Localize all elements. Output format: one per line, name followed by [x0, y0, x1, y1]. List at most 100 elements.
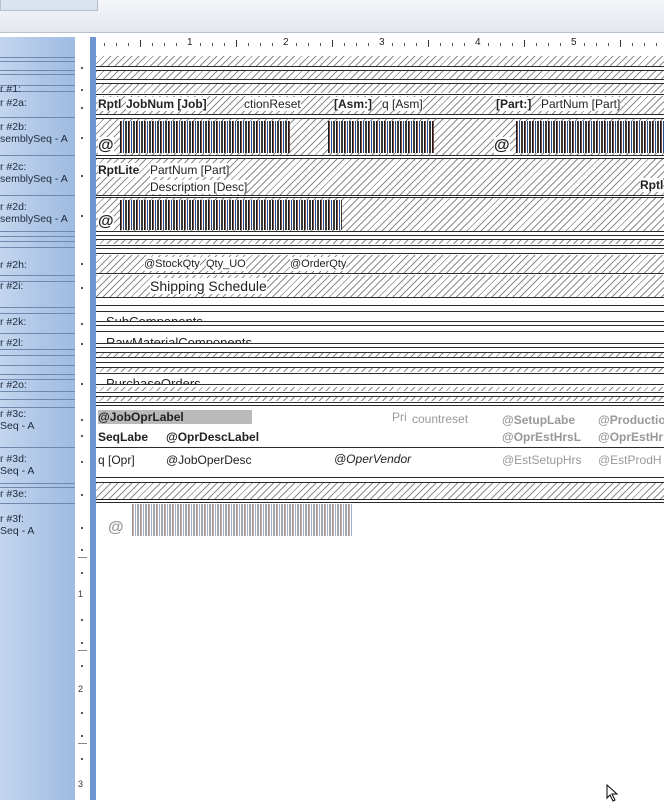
description-field[interactable]: Description [Desc]: [150, 180, 248, 194]
rpt-lite-field[interactable]: RptLite: [98, 163, 140, 177]
section-label-line: r #3c:: [0, 408, 27, 420]
seq-label-field[interactable]: SeqLabe: [98, 430, 149, 444]
ruler-number: 3: [379, 37, 385, 48]
band-page-header[interactable]: [96, 71, 664, 79]
band-header[interactable]: [96, 56, 664, 66]
band-2p[interactable]: [96, 387, 664, 391]
band-2e[interactable]: [96, 240, 664, 244]
section-label-line: r #2b:: [0, 121, 27, 133]
opr-est-hrs-label-field[interactable]: @OprEstHrsL: [502, 430, 582, 444]
band-separator: [96, 235, 664, 236]
section-label-line: r #3e:: [0, 488, 27, 500]
ruler-tick: [128, 43, 129, 46]
ruler-tick: [512, 43, 513, 46]
order-qty-field[interactable]: @OrderQty: [290, 257, 347, 271]
production-label-field[interactable]: @Productio: [598, 413, 664, 427]
band-separator: [96, 343, 664, 344]
section-label-2d[interactable]: r #2d: semblySeq - A: [0, 201, 74, 225]
section-divider: [0, 236, 75, 237]
part-num-field[interactable]: PartNum [Part]: [541, 97, 621, 111]
part-barcode[interactable]: [516, 121, 664, 153]
ruler-tick: [308, 43, 309, 46]
desc-barcode[interactable]: [120, 200, 342, 230]
section-divider: [0, 313, 75, 314]
rpt-label-field-right[interactable]: Rptl: [640, 178, 664, 192]
job-oper-desc-field[interactable]: @JobOperDesc: [166, 453, 252, 467]
count-reset-field[interactable]: countreset: [412, 412, 469, 426]
barcode-at-symbol[interactable]: @: [98, 137, 114, 155]
opr-seq-field[interactable]: q [Opr]: [98, 453, 135, 467]
asm-barcode[interactable]: [328, 121, 434, 153]
horizontal-ruler: 1 2 3 4 5: [96, 37, 664, 52]
section-divider: [0, 391, 75, 392]
rpt-label-field[interactable]: Rptl: [98, 97, 122, 111]
ruler-tick: [428, 40, 429, 47]
ruler-number: 1: [78, 589, 84, 599]
opr-est-hrs-label-field-2[interactable]: @OprEstHr: [598, 430, 664, 444]
job-opr-label-field[interactable]: @JobOprLabel: [98, 410, 252, 424]
section-label-2i[interactable]: r #2i:: [0, 280, 74, 292]
barcode-at-symbol-2d[interactable]: @: [98, 213, 114, 231]
shipping-schedule-title[interactable]: Shipping Schedule: [150, 278, 267, 294]
band-3a[interactable]: [96, 397, 664, 401]
band-separator: [96, 477, 664, 478]
stock-qty-field[interactable]: @StockQty: [144, 257, 200, 271]
ruler-dot: [81, 89, 83, 91]
ruler-tick: [368, 43, 369, 46]
band-separator: [96, 79, 664, 80]
ruler-tick: [344, 43, 345, 46]
section-label-2h[interactable]: r #2h:: [0, 259, 74, 271]
report-design-canvas[interactable]: Rptl JobNum [Job] ctionReset [Asm:] q [A…: [96, 51, 664, 800]
ruler-tick: [78, 743, 87, 744]
est-setup-hrs-field[interactable]: @EstSetupHrs: [502, 453, 582, 467]
section-label-2k[interactable]: r #2k:: [0, 316, 74, 328]
section-label-3f[interactable]: r #3f: Seq - A: [0, 513, 74, 537]
section-label-2a[interactable]: r #2a:: [0, 97, 74, 109]
section-divider: [0, 349, 75, 350]
barcode-at-symbol-2[interactable]: @: [494, 137, 510, 155]
ruler-dot: [81, 494, 83, 496]
part-num-field-2c[interactable]: PartNum [Part]: [150, 163, 230, 177]
purchase-orders-title[interactable]: PurchaseOrders: [106, 376, 201, 384]
section-reset-field[interactable]: ctionReset: [244, 97, 301, 111]
section-label-3d[interactable]: r #3d: Seq - A: [0, 453, 74, 477]
band-2n[interactable]: [96, 368, 664, 372]
section-label-2c[interactable]: r #2c: semblySeq - A: [0, 161, 74, 185]
band-1[interactable]: [96, 84, 664, 93]
raw-material-title[interactable]: RawMaterialComponents: [106, 335, 252, 343]
band-separator: [96, 373, 664, 374]
ruler-tick: [224, 43, 225, 46]
opr-desc-label-field[interactable]: @OprDescLabel: [166, 430, 260, 444]
section-divider: [0, 355, 75, 356]
est-prod-hrs-field[interactable]: @EstProdH: [598, 453, 662, 467]
ruler-dot: [81, 665, 83, 667]
ruler-tick: [500, 43, 501, 46]
part-label-field[interactable]: [Part:]: [496, 97, 532, 111]
asm-seq-field[interactable]: q [Asm]: [382, 97, 423, 111]
oper-vendor-field[interactable]: @OperVendor: [334, 452, 412, 466]
qty-uom-field[interactable]: Qty_UO: [206, 257, 246, 271]
ruler-dot: [81, 419, 83, 421]
barcode-at-symbol-3f[interactable]: @: [108, 519, 124, 537]
section-label-2o[interactable]: r #2o:: [0, 379, 74, 389]
section-label-3e[interactable]: r #3e:: [0, 488, 74, 500]
pri-field[interactable]: Pri: [392, 410, 407, 424]
job-barcode[interactable]: [120, 121, 290, 153]
band-separator: [96, 245, 664, 246]
section-label-2b[interactable]: r #2b: semblySeq - A: [0, 121, 74, 145]
document-tab[interactable]: [0, 0, 98, 11]
operation-barcode[interactable]: [132, 504, 352, 536]
job-num-field[interactable]: JobNum [Job]: [126, 97, 207, 111]
designer-toolbar-area: [0, 0, 664, 33]
band-3e[interactable]: [96, 483, 664, 499]
ruler-tick: [452, 43, 453, 46]
section-label-2l[interactable]: r #2l:: [0, 337, 74, 347]
vertical-ruler: 1 2 3: [75, 37, 91, 800]
mouse-cursor-icon: [606, 784, 619, 802]
asm-label-field[interactable]: [Asm:]: [334, 97, 372, 111]
band-separator: [96, 502, 664, 503]
band-separator: [96, 347, 664, 348]
section-label-3c[interactable]: r #3c: Seq - A: [0, 408, 74, 432]
setup-label-field[interactable]: @SetupLabe: [502, 413, 576, 427]
section-label-1[interactable]: r #1:: [0, 83, 74, 95]
